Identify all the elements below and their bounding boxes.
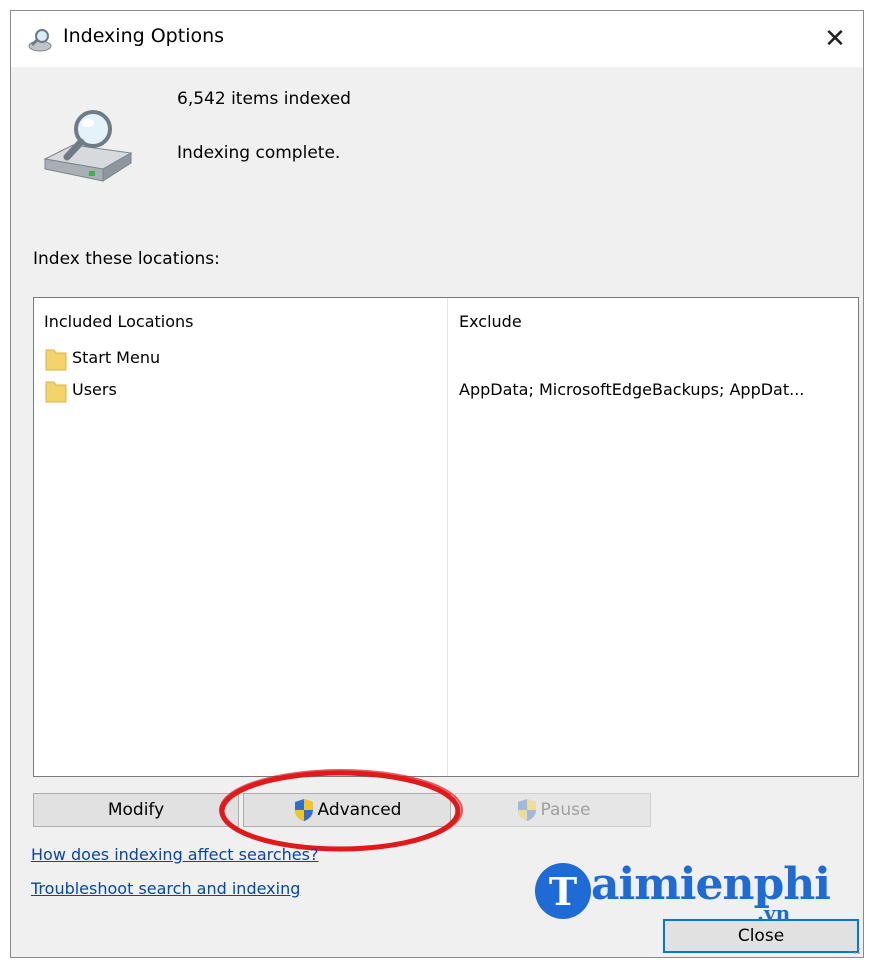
exclude-header[interactable]: Exclude — [459, 312, 522, 331]
close-button[interactable]: Close — [663, 919, 859, 953]
window-close-button[interactable]: ✕ — [807, 11, 863, 67]
included-locations-header[interactable]: Included Locations — [44, 312, 194, 331]
advanced-button-label: Advanced — [317, 800, 402, 820]
items-indexed-count: 6,542 items indexed — [177, 89, 351, 109]
drive-magnifier-icon — [43, 110, 133, 182]
location-name: Start Menu — [72, 348, 161, 367]
locations-list[interactable]: Included Locations Exclude Start Menu Us… — [33, 297, 859, 777]
close-button-label: Close — [737, 926, 785, 946]
folder-icon — [45, 381, 67, 403]
close-icon: ✕ — [824, 24, 846, 54]
watermark-logo: T aimienphi .vn — [535, 857, 855, 927]
indexing-status-text: Indexing complete. — [177, 143, 341, 163]
watermark-letter: T — [535, 863, 591, 919]
indexing-options-dialog: Indexing Options ✕ 6,542 items indexed I… — [10, 10, 864, 958]
modify-button[interactable]: Modify — [33, 793, 239, 827]
uac-shield-icon — [294, 799, 313, 821]
troubleshoot-link[interactable]: Troubleshoot search and indexing — [31, 879, 300, 898]
window-title: Indexing Options — [63, 25, 225, 47]
resize-grip-icon[interactable] — [849, 943, 861, 955]
folder-icon — [45, 349, 67, 371]
location-row-users[interactable]: Users AppData; MicrosoftEdgeBackups; App… — [34, 376, 858, 406]
pause-button[interactable]: Pause — [455, 793, 651, 827]
pause-button-label: Pause — [540, 800, 591, 820]
location-exclude: AppData; MicrosoftEdgeBackups; AppDat... — [459, 380, 805, 399]
modify-button-label: Modify — [107, 800, 165, 820]
indexing-options-icon — [28, 29, 52, 52]
location-name: Users — [72, 380, 117, 399]
advanced-button[interactable]: Advanced — [243, 793, 451, 827]
location-row-start-menu[interactable]: Start Menu — [34, 344, 858, 374]
watermark-text: aimienphi — [591, 859, 831, 910]
title-bar: Indexing Options ✕ — [11, 11, 863, 67]
indexing-help-link[interactable]: How does indexing affect searches? — [31, 845, 318, 864]
index-locations-label: Index these locations: — [33, 249, 220, 269]
uac-shield-icon — [517, 799, 536, 821]
